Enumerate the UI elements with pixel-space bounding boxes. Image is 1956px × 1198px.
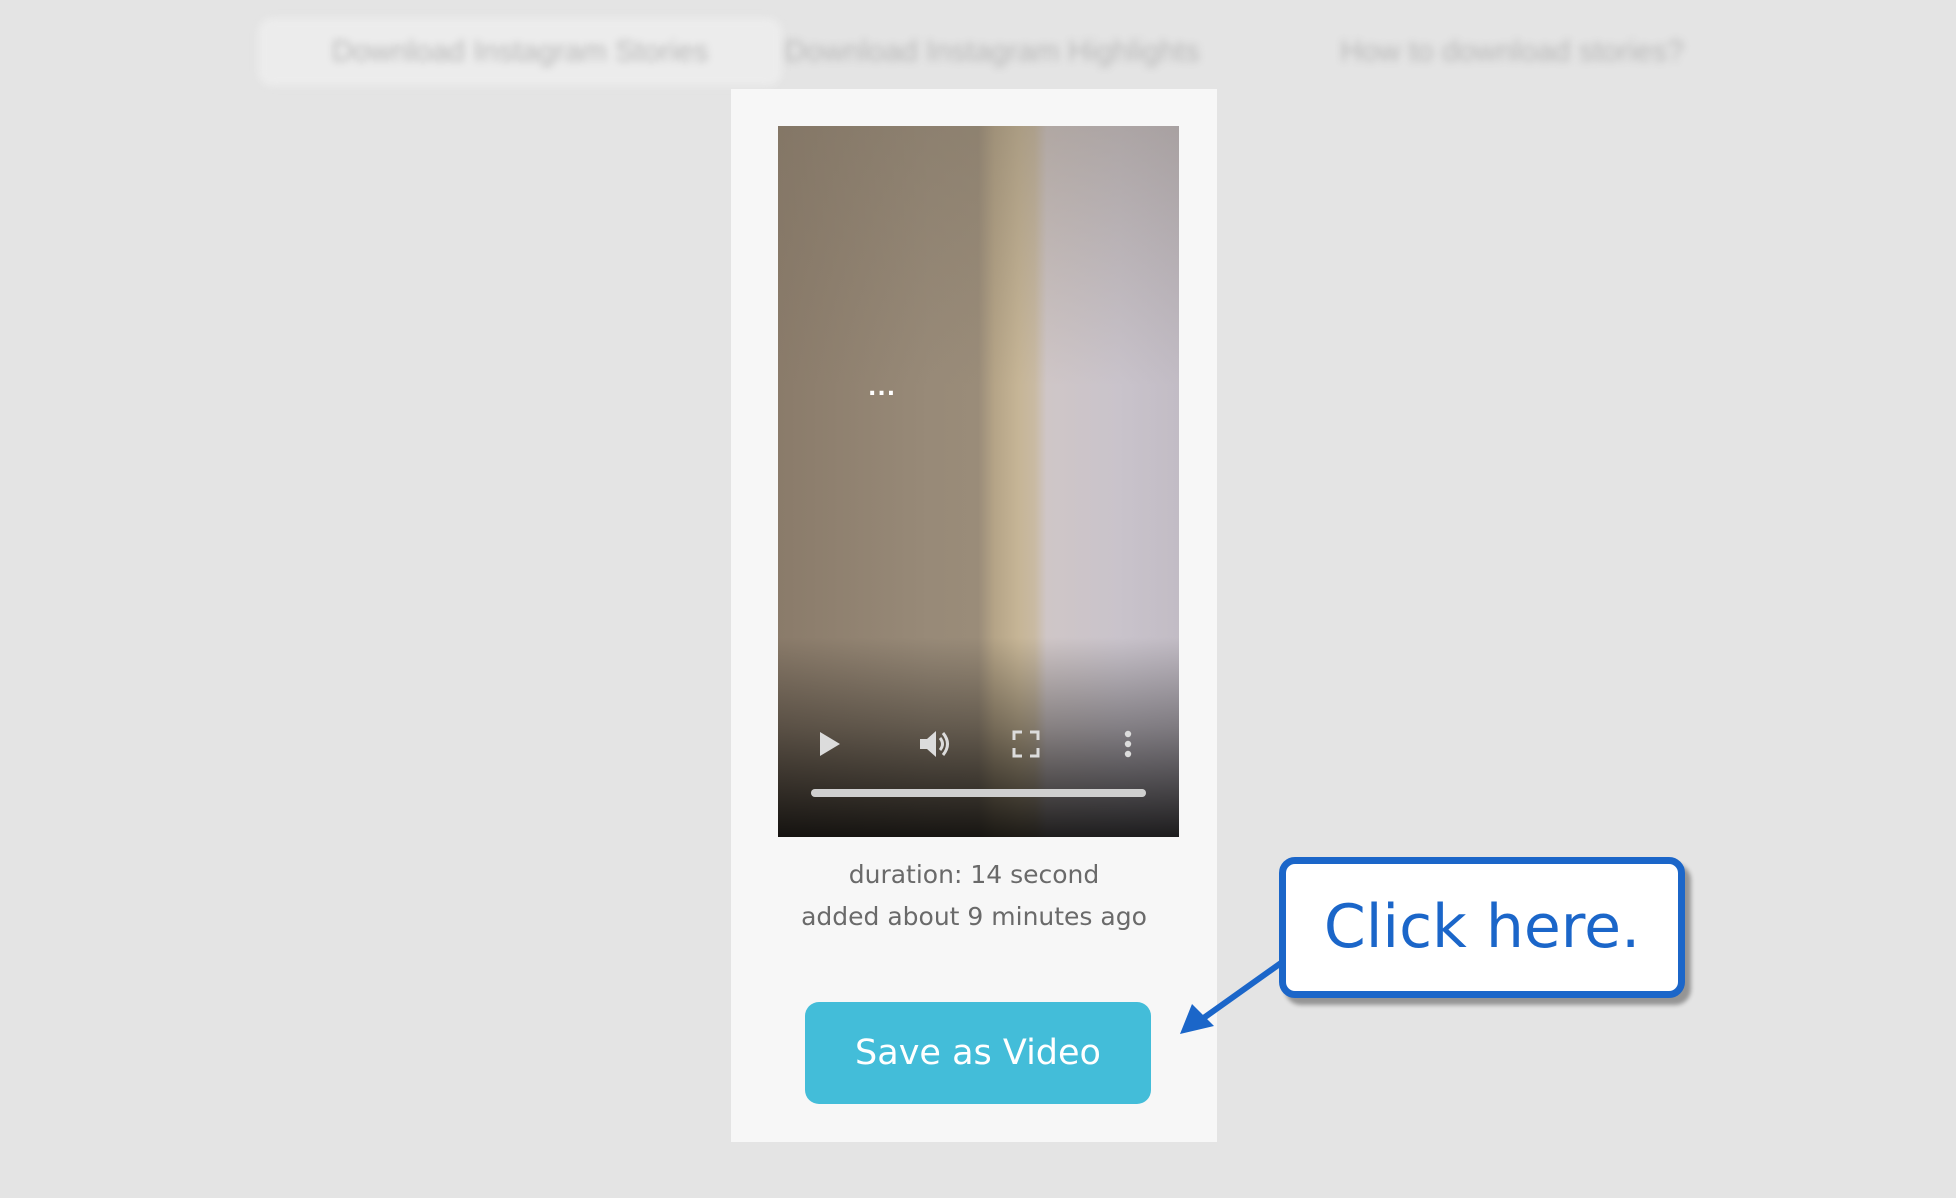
top-navigation: Download Instagram Stories Download Inst… [0, 0, 1956, 100]
fullscreen-icon[interactable] [1006, 724, 1046, 764]
video-overlay-text: ... [868, 376, 897, 401]
video-progress-fill [811, 789, 1146, 797]
nav-how-to-download[interactable]: How to download stories? [1292, 18, 1732, 86]
video-frame-shade [778, 126, 1179, 386]
video-player[interactable]: ... [778, 126, 1179, 837]
video-progress-track[interactable] [811, 789, 1146, 797]
click-here-callout: Click here. [1279, 857, 1685, 998]
nav-download-stories[interactable]: Download Instagram Stories [258, 18, 782, 86]
video-duration: duration: 14 second [848, 860, 1100, 889]
video-added-time: added about 9 minutes ago [801, 902, 1147, 931]
volume-icon[interactable] [915, 724, 955, 764]
play-icon[interactable] [808, 724, 848, 764]
save-as-video-button[interactable]: Save as Video [805, 1002, 1151, 1104]
nav-download-highlights[interactable]: Download Instagram Highlights [752, 18, 1232, 86]
more-vertical-icon[interactable] [1108, 724, 1148, 764]
